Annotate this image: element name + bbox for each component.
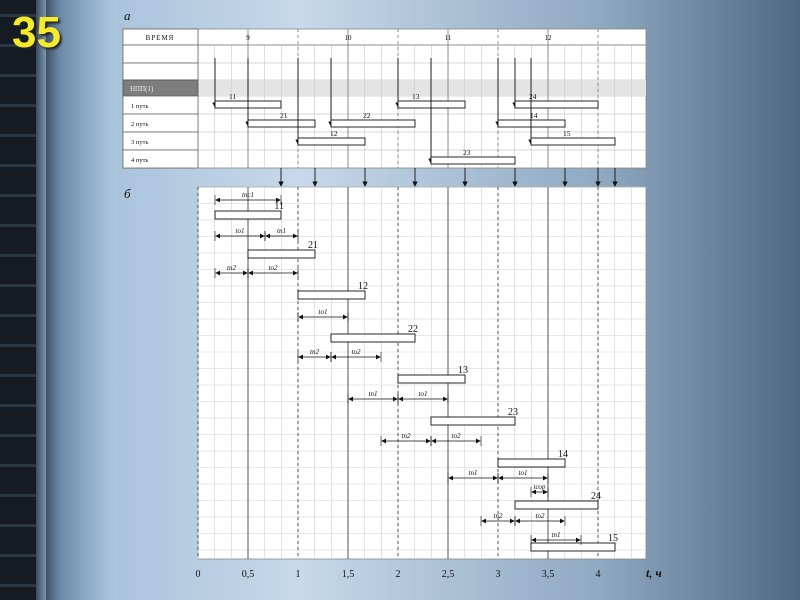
interval-label: tпс1 xyxy=(242,191,254,199)
train-bar-a xyxy=(514,100,599,109)
interval-label: tп2 xyxy=(310,348,319,356)
train-bar-b xyxy=(430,416,516,426)
interval-label: tсор xyxy=(534,483,546,491)
panel-a-label: а xyxy=(124,8,131,23)
train-label-b: 23 xyxy=(508,407,518,418)
train-label-a: 11 xyxy=(229,92,236,101)
train-label-b: 21 xyxy=(308,240,318,251)
hour-label: 11 xyxy=(445,34,452,42)
x-tick-label: 1 xyxy=(296,569,301,580)
panel-a-frame xyxy=(122,28,647,169)
train-label-a: 24 xyxy=(529,92,537,101)
interval-label: tо2 xyxy=(536,512,545,520)
train-label-a: 22 xyxy=(363,111,371,120)
x-axis-label: t, ч xyxy=(646,566,662,580)
hour-label: 9 xyxy=(246,34,250,42)
train-bar-b xyxy=(214,210,282,220)
train-label-b: 13 xyxy=(458,365,468,376)
interval-label: tо2 xyxy=(352,348,361,356)
x-tick-label: 0 xyxy=(196,569,201,580)
interval-label: tо1 xyxy=(419,390,428,398)
train-bar-a xyxy=(530,137,616,146)
panel-a-row-labels: ВРЕМЯ НПП(1) 1 путь 2 путь 3 путь 4 путь xyxy=(122,28,199,169)
interval-label: tо1 xyxy=(519,469,528,477)
train-bar-a xyxy=(397,100,466,109)
train-label-a: 15 xyxy=(563,129,571,138)
train-bar-a xyxy=(247,119,316,128)
x-tick-label: 1,5 xyxy=(342,569,355,580)
train-bar-b xyxy=(497,458,566,468)
row-label-track-4: 4 путь xyxy=(131,157,148,164)
train-bar-b xyxy=(330,333,416,343)
train-bar-a xyxy=(297,137,366,146)
train-bar-a xyxy=(330,119,416,128)
row-label-npp: НПП(1) xyxy=(130,85,154,93)
interval-label: tп2 xyxy=(494,512,503,520)
train-label-b: 12 xyxy=(358,281,368,292)
interval-label: tп2 xyxy=(227,264,236,272)
train-label-b: 14 xyxy=(558,449,568,460)
train-bar-b xyxy=(297,290,366,300)
row-label-track-3: 3 путь xyxy=(131,139,148,146)
train-bar-b xyxy=(247,249,316,259)
connector-arrows xyxy=(278,168,618,187)
interval-label: tп1 xyxy=(469,469,478,477)
panel-b-label: б xyxy=(124,186,131,201)
interval-label: tо2 xyxy=(269,264,278,272)
train-label-a: 13 xyxy=(412,92,420,101)
train-bar-b xyxy=(530,542,616,552)
train-bar-a xyxy=(430,156,516,165)
hour-label: 12 xyxy=(545,34,553,42)
x-tick-label: 3 xyxy=(496,569,501,580)
train-label-b: 11 xyxy=(274,201,284,212)
interval-label: tп2 xyxy=(402,432,411,440)
interval-label: tп1 xyxy=(277,227,286,235)
train-label-a: 23 xyxy=(463,148,471,157)
x-tick-label: 3,5 xyxy=(542,569,555,580)
interval-label: tо1 xyxy=(319,308,328,316)
interval-label: tп1 xyxy=(369,390,378,398)
interval-label: tо2 xyxy=(452,432,461,440)
train-label-b: 24 xyxy=(591,491,601,502)
train-label-a: 21 xyxy=(280,111,288,120)
x-tick-label: 2 xyxy=(396,569,401,580)
train-bar-b xyxy=(514,500,599,510)
x-axis: 0 0,5 1 1,5 2 2,5 3 3,5 4 xyxy=(196,569,601,580)
x-tick-label: 0,5 xyxy=(242,569,255,580)
row-label-track-1: 1 путь xyxy=(131,103,148,110)
x-tick-label: 4 xyxy=(596,569,601,580)
interval-label: tп1 xyxy=(552,531,561,539)
train-label-a: 12 xyxy=(330,129,338,138)
row-label-track-2: 2 путь xyxy=(131,121,148,128)
train-bar-a xyxy=(497,119,566,128)
train-bar-b xyxy=(397,374,466,384)
train-label-b: 22 xyxy=(408,324,418,335)
train-label-b: 15 xyxy=(608,533,618,544)
x-tick-label: 2,5 xyxy=(442,569,455,580)
interval-label: tо1 xyxy=(236,227,245,235)
time-header: ВРЕМЯ xyxy=(146,34,175,42)
hour-label: 10 xyxy=(345,34,353,42)
schedule-diagram: а б ВРЕМЯ НПП(1) 1 путь 2 путь 3 путь 4 … xyxy=(122,8,662,580)
